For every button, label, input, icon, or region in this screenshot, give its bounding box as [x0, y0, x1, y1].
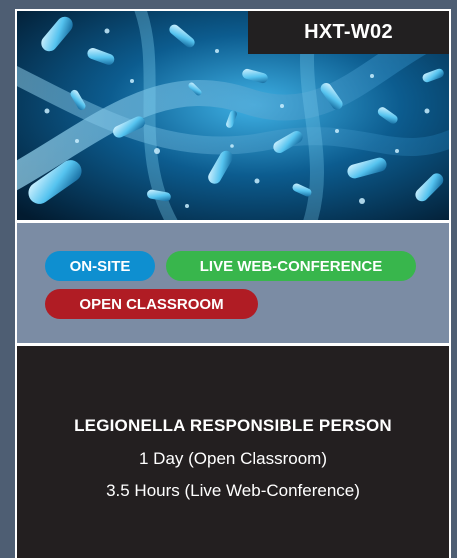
course-title[interactable]: LEGIONELLA RESPONSIBLE PERSON	[17, 416, 449, 436]
tag-on-site[interactable]: ON-SITE	[45, 251, 155, 281]
course-card[interactable]: HXT-W02 ON-SITE LIVE WEB-CONFERENCE OPEN…	[15, 9, 451, 558]
tag-live-web-conference[interactable]: LIVE WEB-CONFERENCE	[166, 251, 416, 281]
tag-open-classroom[interactable]: OPEN CLASSROOM	[45, 289, 258, 319]
course-info-panel: LEGIONELLA RESPONSIBLE PERSON 1 Day (Ope…	[17, 346, 449, 558]
duration-web-conference: 3.5 Hours (Live Web-Conference)	[106, 481, 360, 500]
duration-open-classroom: 1 Day (Open Classroom)	[138, 449, 327, 468]
hero-image: HXT-W02	[17, 11, 449, 220]
course-code-badge: HXT-W02	[248, 11, 449, 54]
delivery-tags-panel: ON-SITE LIVE WEB-CONFERENCE OPEN CLASSRO…	[17, 223, 449, 343]
